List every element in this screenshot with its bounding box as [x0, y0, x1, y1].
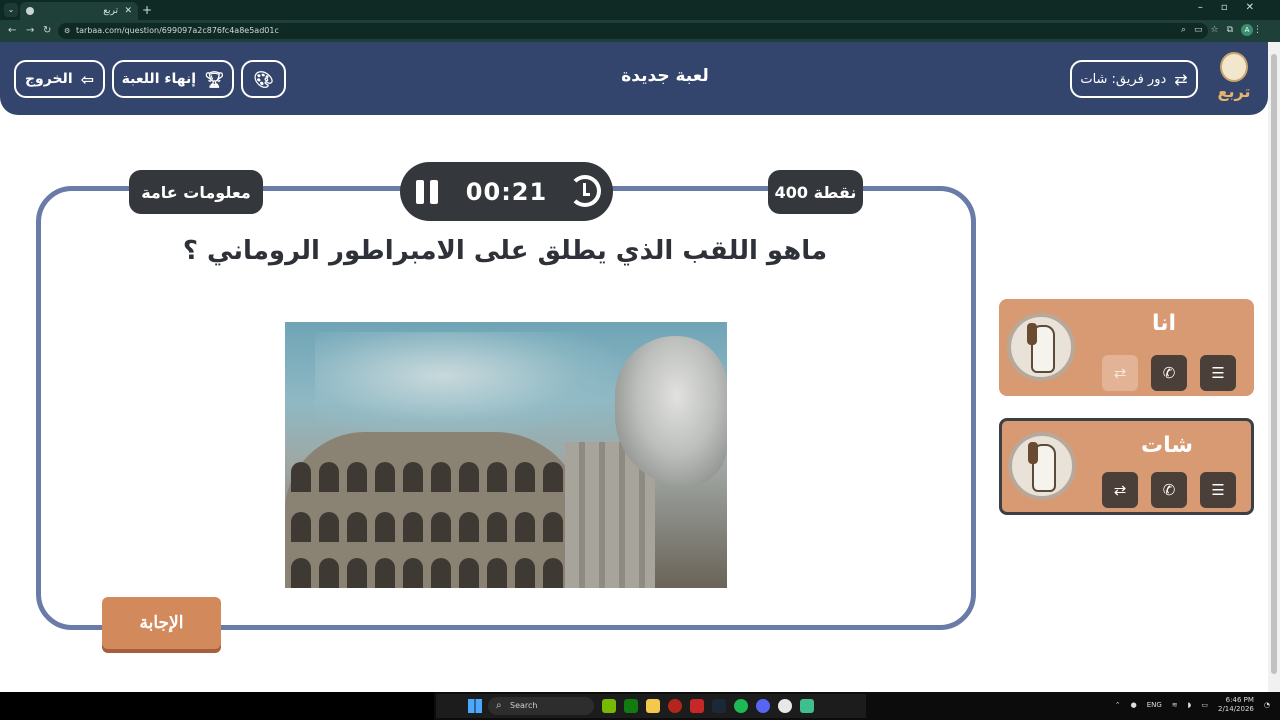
bookmark-star-icon[interactable]: ☆ [1210, 25, 1226, 35]
end-game-button[interactable]: إنهاء اللعبة 🏆︎ [112, 60, 234, 98]
swap-icon: ⇄ [1113, 482, 1127, 499]
team-turn-label: دور فريق: شات [1080, 71, 1167, 87]
call-friend-button[interactable]: ✆ [1151, 355, 1187, 391]
question-text: ماهو اللقب الذي يطلق على الامبراطور الرو… [182, 236, 828, 266]
tab-close-icon[interactable]: ✕ [124, 2, 132, 20]
list-icon: ☰ [1211, 482, 1225, 499]
os-taskbar: Search ⌃ ● ENG ≋ ◗ ▭ 6:46 PM 2/14/2026 ◔ [0, 692, 1280, 720]
tab-search-button[interactable]: ⌄ [4, 3, 18, 17]
scrollbar-thumb[interactable] [1271, 54, 1277, 674]
end-game-button-label: إنهاء اللعبة [121, 71, 197, 87]
team-panel-active: شات ⇄ ✆ ☰ [999, 418, 1254, 515]
app-active-icon[interactable] [800, 699, 814, 713]
team-name: انا [1151, 311, 1177, 336]
swap-icon: ⇄ [1113, 365, 1127, 382]
url-text: tarbaa.com/question/699097a2c876fc4a8e5a… [76, 26, 279, 35]
category-badge: معلومات عامة [129, 170, 263, 214]
opera-icon[interactable] [668, 699, 682, 713]
team-turn-button[interactable]: دور فريق: شات ⇄ [1070, 60, 1198, 98]
phone-icon: ✆ [1162, 365, 1176, 382]
taskbar-left [0, 692, 434, 720]
profile-avatar[interactable]: A [1241, 24, 1253, 36]
exit-button[interactable]: الخروج ⇦ [14, 60, 105, 98]
browser-address-bar: ← → ↻ ⚙ tarbaa.com/question/699097a2c876… [0, 20, 1280, 42]
volume-icon[interactable]: ◗ [1188, 701, 1192, 709]
timer-value: 00:21 [465, 177, 548, 206]
page-title: لعبة جديدة [621, 66, 709, 86]
swap-points-button[interactable]: ⇄ [1102, 355, 1138, 391]
team-avatar [1008, 432, 1076, 500]
points-badge: 400 نقطة [768, 170, 863, 214]
pause-icon[interactable] [416, 180, 440, 204]
system-tray: ⌃ ● ENG ≋ ◗ ▭ 6:46 PM 2/14/2026 ◔ [1115, 696, 1270, 714]
cast-icon[interactable]: ▭ [1194, 25, 1211, 35]
menu-icon[interactable]: ⋮ [1253, 25, 1270, 35]
tab-favicon-icon [26, 7, 34, 15]
trophy-icon: 🏆︎ [204, 69, 225, 89]
clock[interactable]: 6:46 PM 2/14/2026 [1218, 696, 1254, 714]
nvidia-icon[interactable] [602, 699, 616, 713]
network-icon[interactable]: ● [1131, 701, 1137, 709]
new-tab-button[interactable]: + [142, 2, 152, 18]
tray-chevron-icon[interactable]: ⌃ [1115, 701, 1121, 709]
chrome-icon[interactable] [778, 699, 792, 713]
theme-button[interactable]: 🎨︎ [241, 60, 286, 98]
clock-time: 6:46 PM [1225, 696, 1254, 704]
window-controls[interactable]: –▫✕ [1198, 2, 1272, 13]
xbox-icon[interactable] [624, 699, 638, 713]
site-info-icon[interactable]: ⚙ [64, 23, 70, 39]
url-field[interactable]: ⚙ tarbaa.com/question/699097a2c876fc4a8e… [58, 23, 1208, 39]
language-indicator[interactable]: ENG [1147, 701, 1162, 709]
zoom-icon[interactable]: ⌕ [1181, 25, 1194, 35]
list-button[interactable]: ☰ [1200, 355, 1236, 391]
forward-icon[interactable]: → [26, 25, 34, 37]
logo-mascot-icon [1220, 52, 1248, 82]
wifi-icon[interactable]: ≋ [1172, 701, 1178, 709]
spotify-icon[interactable] [734, 699, 748, 713]
notification-icon[interactable]: ◔ [1264, 701, 1270, 709]
app-header: الخروج ⇦ إنهاء اللعبة 🏆︎ 🎨︎ لعبة جديدة د… [0, 42, 1268, 115]
list-button[interactable]: ☰ [1200, 472, 1236, 508]
exit-button-label: الخروج [24, 71, 73, 87]
shuffle-icon: ⇄ [1174, 69, 1188, 89]
extensions-icon[interactable]: ⧉ [1227, 25, 1241, 35]
team-avatar [1007, 313, 1075, 381]
windows-start-icon[interactable] [468, 699, 482, 713]
team-name: شات [1140, 433, 1193, 458]
exit-icon: ⇦ [80, 69, 95, 89]
list-icon: ☰ [1211, 365, 1225, 382]
browser-tab-bar: ⌄ تربع ✕ + –▫✕ [0, 0, 1280, 20]
taskbar-center: Search [436, 694, 866, 718]
back-icon[interactable]: ← [8, 25, 16, 37]
question-image [285, 322, 727, 588]
clock-date: 2/14/2026 [1217, 705, 1254, 713]
colosseum-illustration [285, 432, 585, 588]
file-explorer-icon[interactable] [646, 699, 660, 713]
team-panel: انا ⇄ ✆ ☰ [999, 299, 1254, 396]
logo-text: تربع [1217, 82, 1251, 101]
steam-icon[interactable] [712, 699, 726, 713]
timer: 00:21 [400, 162, 613, 221]
map-overlay [315, 332, 635, 442]
pinned-apps [602, 699, 814, 713]
reset-timer-icon[interactable] [569, 175, 601, 207]
logo[interactable]: تربع [1214, 52, 1254, 108]
app-icon[interactable] [690, 699, 704, 713]
call-friend-button[interactable]: ✆ [1151, 472, 1187, 508]
discord-icon[interactable] [756, 699, 770, 713]
battery-icon[interactable]: ▭ [1201, 701, 1208, 709]
swap-points-button[interactable]: ⇄ [1102, 472, 1138, 508]
tab-title: تربع [103, 6, 118, 16]
answer-button[interactable]: الإجابة [102, 597, 221, 649]
browser-tab[interactable]: تربع ✕ [20, 2, 138, 20]
palette-icon: 🎨︎ [253, 69, 274, 89]
browser-toolbar: ⌕▭☆⧉ A ⋮ [1181, 24, 1270, 36]
phone-icon: ✆ [1162, 482, 1176, 499]
page-scrollbar[interactable] [1268, 42, 1280, 692]
reload-icon[interactable]: ↻ [43, 25, 51, 37]
taskbar-search[interactable]: Search [488, 697, 594, 715]
